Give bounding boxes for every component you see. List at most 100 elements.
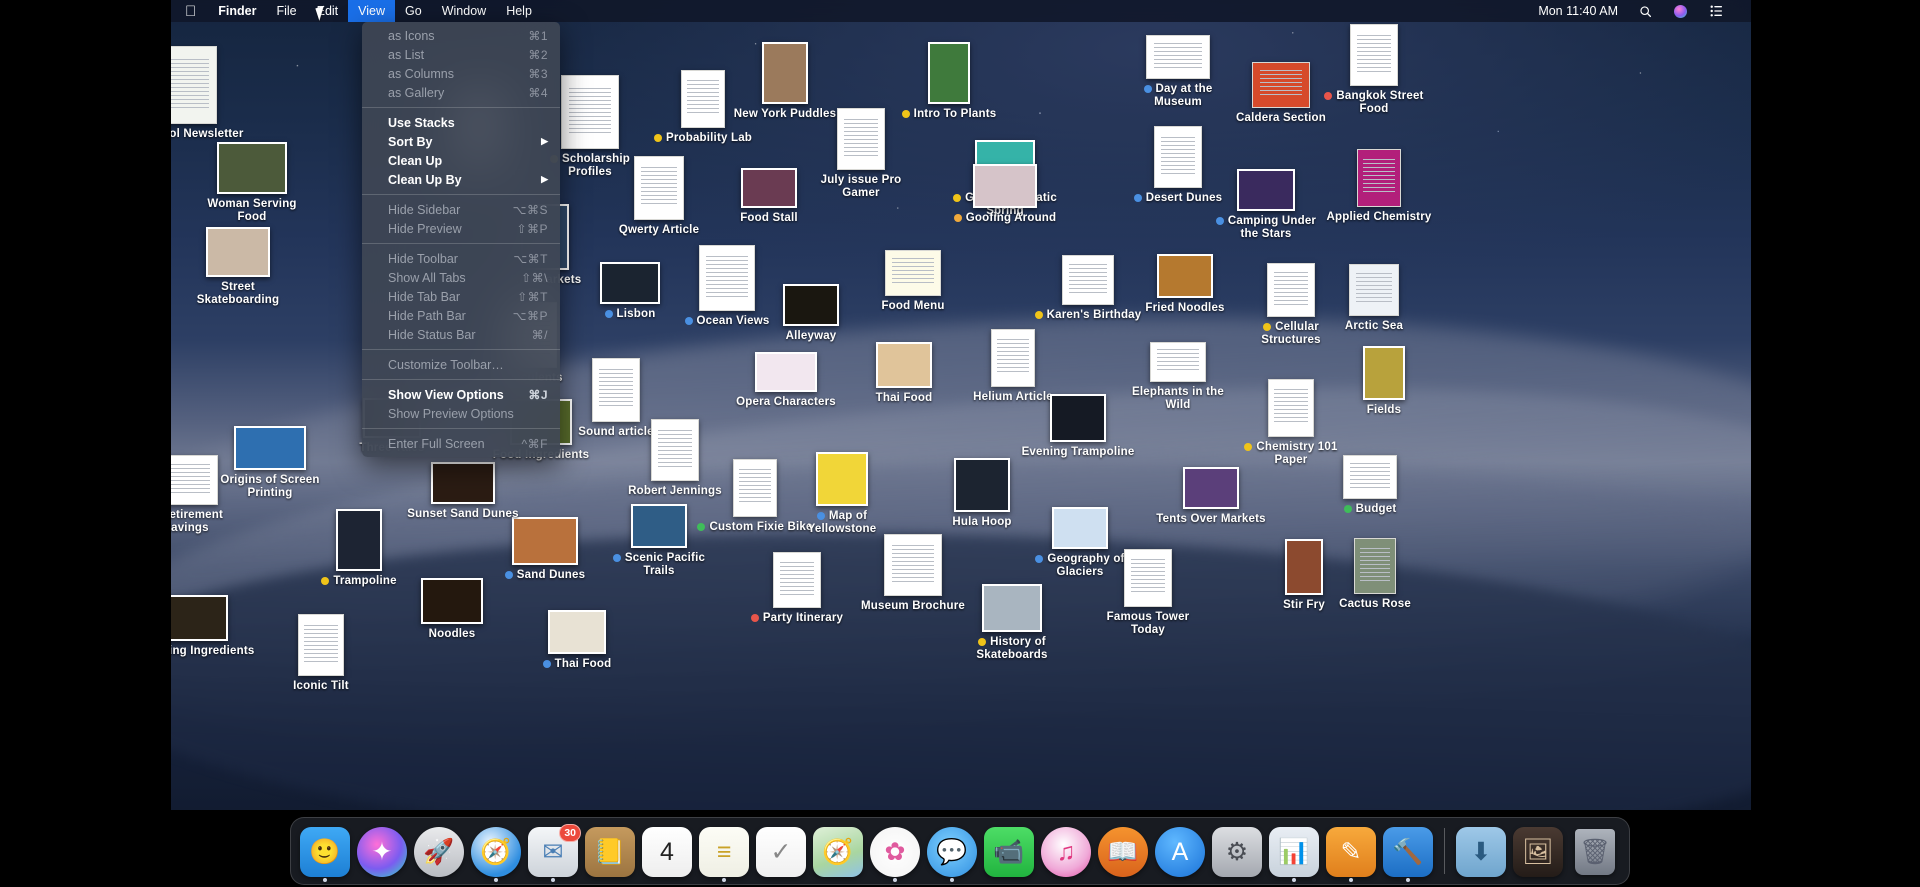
- dock-item-system-preferences[interactable]: ⚙: [1211, 826, 1263, 878]
- siri-icon[interactable]: [1673, 4, 1688, 19]
- desktop-icon[interactable]: Iconic Tilt: [268, 614, 374, 693]
- dock-item-reminders[interactable]: ✓: [755, 826, 807, 878]
- desktop-icon[interactable]: Qwerty Article: [606, 156, 712, 237]
- menu-bar-item-file[interactable]: File: [266, 0, 306, 22]
- desktop-icon[interactable]: Retirement Savings: [171, 455, 239, 535]
- menu-item-use-stacks[interactable]: Use Stacks: [362, 113, 560, 132]
- dock-item-downloads[interactable]: ⬇: [1455, 826, 1507, 878]
- menu-bar-item-window[interactable]: Window: [432, 0, 496, 22]
- menu-bar-item-finder[interactable]: Finder: [208, 0, 266, 22]
- desktop-icon[interactable]: Food Menu: [860, 250, 966, 313]
- desktop-icon[interactable]: Chemistry 101 Paper: [1238, 379, 1344, 467]
- dock-item-ibooks[interactable]: 📖: [1097, 826, 1149, 878]
- menu-item-show-view-options[interactable]: Show View Options ⌘J: [362, 385, 560, 404]
- dock-item-safari[interactable]: 🧭: [470, 826, 522, 882]
- desktop-icon[interactable]: History of Skateboards: [959, 584, 1065, 662]
- menu-item-clean-up[interactable]: Clean Up: [362, 151, 560, 170]
- dock-item-pages[interactable]: ✎: [1325, 826, 1377, 882]
- desktop-icon[interactable]: Day at the Museum: [1125, 35, 1231, 109]
- desktop-icon[interactable]: Opera Characters: [733, 352, 839, 409]
- dock-item-xcode[interactable]: 🔨: [1382, 826, 1434, 882]
- desktop-icon[interactable]: Bangkok Street Food: [1321, 24, 1427, 116]
- view-menu-dropdown[interactable]: as Icons ⌘1 as List ⌘2 as Columns ⌘3 as Galler…: [362, 22, 560, 457]
- desktop-icon-thumbnail: [217, 142, 287, 194]
- desktop-icon[interactable]: Alleyway: [758, 284, 864, 343]
- dock-item-notes[interactable]: ≡: [698, 826, 750, 882]
- desktop-icon[interactable]: Probability Lab: [650, 70, 756, 145]
- menu-item-as-columns: as Columns ⌘3: [362, 64, 560, 83]
- dock-item-calendar[interactable]: 4: [641, 826, 693, 878]
- desktop-icon[interactable]: Famous Tower Today: [1095, 549, 1201, 637]
- desktop-icon[interactable]: Fried Noodles: [1132, 254, 1238, 315]
- desktop-icon[interactable]: Helium Article: [960, 329, 1066, 404]
- dock-item-stacks-folder[interactable]: 🖼: [1512, 826, 1564, 878]
- apple-logo-icon[interactable]: : [171, 0, 208, 22]
- desktop-icon[interactable]: Scenic Pacific Trails: [606, 504, 712, 578]
- image-preview-icon: [928, 42, 970, 104]
- desktop-icon[interactable]: July issue Pro Gamer: [808, 108, 914, 200]
- desktop-icon[interactable]: Thai Food: [851, 342, 957, 405]
- desktop-icon[interactable]: Woman Serving Food: [199, 142, 305, 224]
- document-text-lines: [739, 468, 771, 505]
- desktop-icon-label-text: Desert Dunes: [1145, 192, 1223, 204]
- document-preview-icon: [1150, 342, 1206, 382]
- desktop-icon[interactable]: Sunset Sand Dunes: [407, 462, 519, 521]
- dock-item-facetime[interactable]: 📹: [983, 826, 1035, 878]
- menu-item-shortcut: ⌥⌘P: [512, 308, 548, 323]
- image-preview-icon: [1285, 539, 1323, 595]
- desktop-icon[interactable]: Hula Hoop: [929, 458, 1035, 529]
- image-preview-icon: [631, 504, 687, 548]
- dock-item-photos[interactable]: ✿: [869, 826, 921, 882]
- desktop-icon[interactable]: Goofing Around: [952, 164, 1058, 225]
- dock-item-mail[interactable]: ✉ 30: [527, 824, 581, 882]
- desktop-icon[interactable]: Budget: [1317, 455, 1423, 516]
- desktop-icon[interactable]: Applied Chemistry: [1326, 149, 1432, 224]
- menu-item-sort-by[interactable]: Sort By ▶: [362, 132, 560, 151]
- desktop-icon-label-text: Thai Food: [554, 658, 612, 670]
- desktop-icon[interactable]: Tents Over Markets: [1156, 467, 1266, 526]
- menu-bar-clock[interactable]: Mon 11:40 AM: [1538, 4, 1618, 18]
- desktop-icon[interactable]: School Newsletter: [171, 46, 243, 141]
- desktop-icon[interactable]: Elephants in the Wild: [1125, 342, 1231, 412]
- menu-bar-item-help[interactable]: Help: [496, 0, 542, 22]
- desktop-icon[interactable]: Street Skateboarding: [185, 227, 291, 307]
- dock-item-app-store[interactable]: A: [1154, 826, 1206, 878]
- desktop-icon[interactable]: Fields: [1331, 346, 1437, 417]
- desktop-icon-label-text: Evening Trampoline: [1021, 446, 1135, 458]
- desktop-icon[interactable]: Map of Yellowstone: [789, 452, 895, 536]
- desktop-icon[interactable]: Arctic Sea: [1321, 264, 1427, 333]
- desktop-icon[interactable]: Party Itinerary: [744, 552, 850, 625]
- desktop-icon[interactable]: Lisbon: [577, 262, 683, 321]
- dock-item-contacts[interactable]: 📒: [584, 826, 636, 878]
- desktop-icon[interactable]: Evening Trampoline: [1022, 394, 1134, 459]
- desktop-icon[interactable]: Noodles: [399, 578, 505, 641]
- desktop-icon[interactable]: Sand Dunes: [492, 517, 598, 582]
- control-center-icon[interactable]: [1708, 4, 1723, 19]
- dock-item-launchpad[interactable]: 🚀: [413, 826, 465, 878]
- desktop-icon[interactable]: Cactus Rose: [1322, 538, 1428, 611]
- desktop-icon[interactable]: Camping Under the Stars: [1213, 169, 1319, 241]
- menu-item-clean-up-by[interactable]: Clean Up By ▶: [362, 170, 560, 189]
- menu-bar-item-go[interactable]: Go: [395, 0, 432, 22]
- desktop-icon[interactable]: Cooking Ingredients: [171, 595, 254, 658]
- desktop-icon-label: Cooking Ingredients: [171, 645, 256, 658]
- dock-item-keynote[interactable]: 📊: [1268, 826, 1320, 882]
- dock-item-finder[interactable]: 🙂: [299, 826, 351, 882]
- image-preview-icon: [431, 462, 495, 504]
- menu-bar-item-view[interactable]: View: [348, 0, 396, 22]
- desktop-icon[interactable]: Intro To Plants: [896, 42, 1002, 121]
- menu-item-label: Hide Status Bar: [388, 327, 476, 342]
- desktop-icon[interactable]: Museum Brochure: [860, 534, 966, 613]
- desktop-icon-thumbnail: [699, 245, 755, 311]
- dock[interactable]: 🙂 ✦ 🚀 🧭 ✉ 30 📒 4 ≡ ✓ 🧭 ✿ 💬 📹 ♫ 📖 A ⚙ 📊 ✎ 🔨 ⬇ 🖼 🗑: [290, 817, 1630, 885]
- desktop-icon-thumbnail: [592, 358, 640, 422]
- search-icon[interactable]: [1638, 4, 1653, 19]
- dock-item-siri[interactable]: ✦: [356, 826, 408, 878]
- desktop-icon-label: Famous Tower Today: [1089, 611, 1207, 637]
- dock-item-trash[interactable]: 🗑: [1569, 826, 1621, 878]
- dock-item-messages[interactable]: 💬: [926, 826, 978, 882]
- dock-item-itunes[interactable]: ♫: [1040, 826, 1092, 878]
- dock-item-maps[interactable]: 🧭: [812, 826, 864, 878]
- desktop-icon[interactable]: Thai Food: [524, 610, 630, 671]
- desktop-icon[interactable]: Trampoline: [306, 509, 412, 588]
